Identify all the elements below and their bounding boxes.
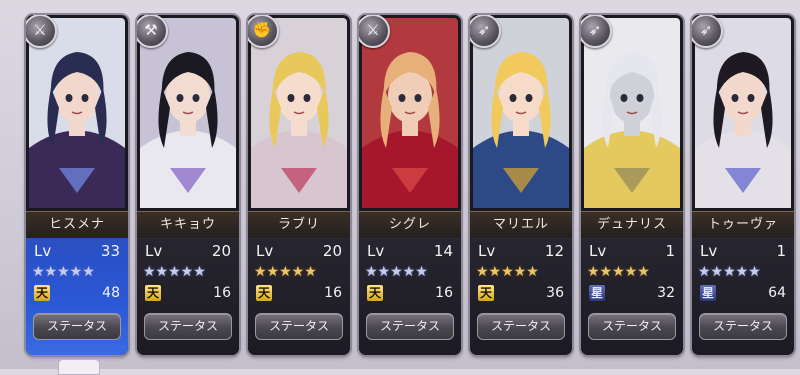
status-button[interactable]: ステータス [255,313,343,340]
level-row: Lv 20 [256,240,344,262]
rank-value: 36 [546,285,564,301]
stats-panel: Lv 12 ★★★★★ 天 36 ステータス [470,238,572,355]
rank-row: 天 16 [367,282,455,304]
rank-row: 星 64 [700,282,788,304]
rank-badge-icon: 天 [478,285,494,301]
level-row: Lv 1 [589,240,677,262]
character-card[interactable]: ⚒ キキョウ Lv 20 ★★★★★ 天 16 ステータス [137,15,239,355]
star-rating: ★★★★★ [254,264,317,280]
rank-row: 星 32 [589,282,677,304]
stats-panel: Lv 14 ★★★★★ 天 16 ステータス [359,238,461,355]
stats-panel: Lv 1 ★★★★★ 星 32 ステータス [581,238,683,355]
rank-value: 64 [768,285,786,301]
level-label: Lv [145,242,163,260]
character-card[interactable]: ➶ デュナリス Lv 1 ★★★★★ 星 32 ステータス [581,15,683,355]
status-button[interactable]: ステータス [144,313,232,340]
character-name: キキョウ [137,211,239,239]
character-card[interactable]: ⚔ ヒスメナ Lv 33 ★★★★★ 天 48 ステータス [26,15,128,355]
level-value: 20 [322,242,342,260]
rank-row: 天 48 [34,282,122,304]
rank-badge-icon: 天 [367,285,383,301]
level-row: Lv 33 [34,240,122,262]
level-value: 33 [100,242,120,260]
star-rating: ★★★★★ [698,264,761,280]
stats-panel: Lv 20 ★★★★★ 天 16 ステータス [137,238,239,355]
level-row: Lv 14 [367,240,455,262]
character-name: ラブリ [248,211,350,239]
rank-badge-icon: 天 [256,285,272,301]
status-button[interactable]: ステータス [588,313,676,340]
status-button[interactable]: ステータス [33,313,121,340]
star-rating: ★★★★★ [365,264,428,280]
rank-badge-icon: 星 [589,285,605,301]
rank-row: 天 16 [145,282,233,304]
level-label: Lv [478,242,496,260]
rank-value: 16 [213,285,231,301]
level-value: 12 [544,242,564,260]
level-label: Lv [589,242,607,260]
rank-row: 天 16 [256,282,344,304]
star-rating: ★★★★★ [32,264,95,280]
character-roster: ⚔ ヒスメナ Lv 33 ★★★★★ 天 48 ステータス ⚒ キキョウ Lv … [0,0,800,369]
rank-badge-icon: 天 [145,285,161,301]
character-card[interactable]: ⚔ シグレ Lv 14 ★★★★★ 天 16 ステータス [359,15,461,355]
level-row: Lv 20 [145,240,233,262]
rank-row: 天 36 [478,282,566,304]
rank-badge-icon: 天 [34,285,50,301]
rank-value: 32 [657,285,675,301]
character-name: シグレ [359,211,461,239]
stats-panel: Lv 20 ★★★★★ 天 16 ステータス [248,238,350,355]
level-label: Lv [256,242,274,260]
character-name: デュナリス [581,211,683,239]
level-label: Lv [700,242,718,260]
level-value: 14 [433,242,453,260]
level-row: Lv 12 [478,240,566,262]
rank-value: 16 [324,285,342,301]
status-button[interactable]: ステータス [366,313,454,340]
character-name: トゥーヴァ [692,211,794,239]
status-button[interactable]: ステータス [477,313,565,340]
character-card[interactable]: ➶ トゥーヴァ Lv 1 ★★★★★ 星 64 ステータス [692,15,794,355]
star-rating: ★★★★★ [587,264,650,280]
level-value: 1 [665,242,675,260]
rank-value: 16 [435,285,453,301]
bottom-tab[interactable] [58,359,100,375]
rank-value: 48 [102,285,120,301]
character-name: ヒスメナ [26,211,128,239]
level-value: 1 [776,242,786,260]
character-card[interactable]: ➶ マリエル Lv 12 ★★★★★ 天 36 ステータス [470,15,572,355]
level-row: Lv 1 [700,240,788,262]
character-card[interactable]: ✊ ラブリ Lv 20 ★★★★★ 天 16 ステータス [248,15,350,355]
character-name: マリエル [470,211,572,239]
stats-panel: Lv 1 ★★★★★ 星 64 ステータス [692,238,794,355]
star-rating: ★★★★★ [476,264,539,280]
status-button[interactable]: ステータス [699,313,787,340]
star-rating: ★★★★★ [143,264,206,280]
level-label: Lv [34,242,52,260]
rank-badge-icon: 星 [700,285,716,301]
stats-panel: Lv 33 ★★★★★ 天 48 ステータス [26,238,128,355]
level-label: Lv [367,242,385,260]
level-value: 20 [211,242,231,260]
